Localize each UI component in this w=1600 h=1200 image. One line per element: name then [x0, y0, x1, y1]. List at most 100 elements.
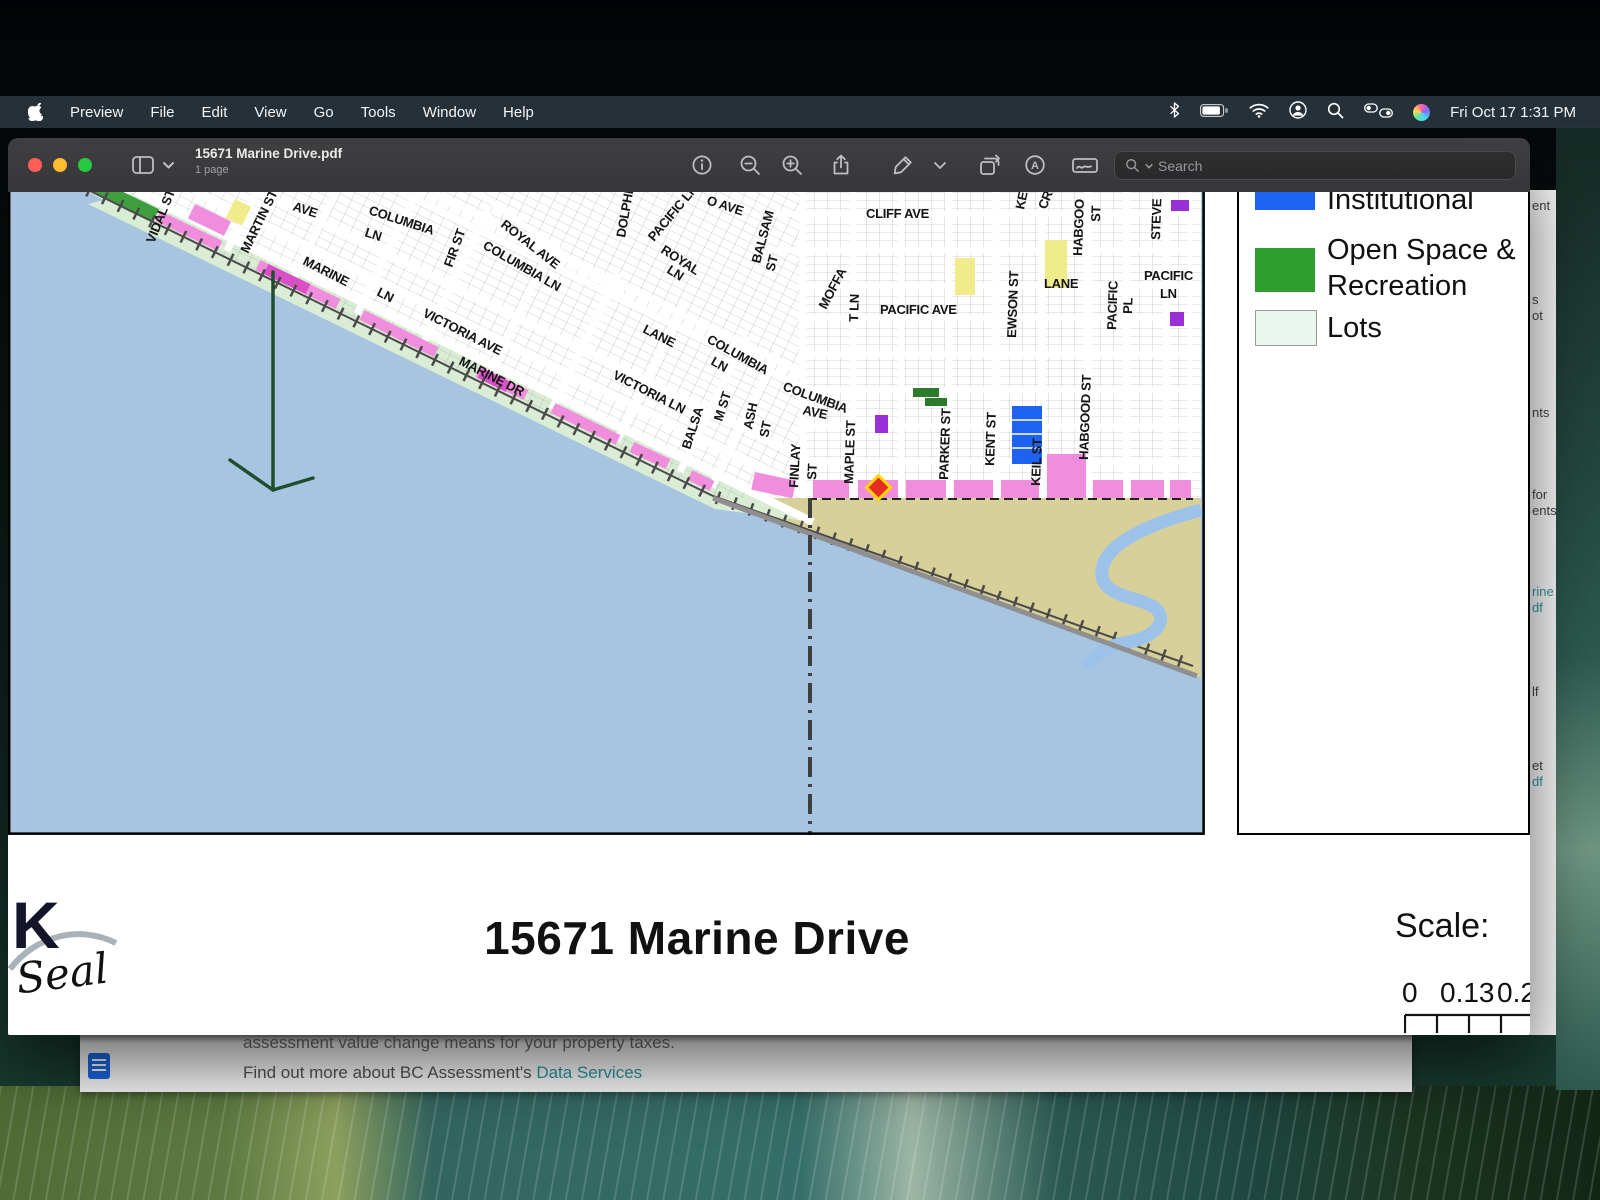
street-label: PARKER ST	[936, 408, 953, 480]
page-count: 1 page	[195, 164, 342, 176]
minimize-button[interactable]	[53, 158, 67, 172]
background-text-fragment: ot	[1532, 308, 1543, 323]
fill-sign-button[interactable]	[1070, 152, 1100, 180]
desktop-wallpaper-right	[1556, 126, 1600, 1090]
legend-swatch-open-space	[1255, 248, 1315, 292]
background-page-icon	[88, 1053, 110, 1079]
background-text-fragment: ent	[1532, 198, 1550, 213]
menu-window[interactable]: Window	[423, 104, 476, 121]
markup-chevron-button[interactable]	[930, 152, 950, 180]
realtor-logo: K Seal	[8, 887, 128, 1027]
street-label: MAPLE ST	[841, 420, 858, 484]
zoom-in-button[interactable]	[779, 152, 805, 180]
pdf-content: VIDAL STMARTIN STMARINELNVICTORIA AVEMAR…	[8, 192, 1530, 1035]
street-label: LN	[1160, 286, 1177, 301]
street-label: ST	[1088, 205, 1104, 222]
share-button[interactable]	[828, 152, 854, 180]
data-services-link[interactable]: Data Services	[536, 1063, 642, 1082]
street-label: EWSON ST	[1004, 270, 1021, 338]
legend-swatch-institutional	[1255, 192, 1315, 210]
background-text-fragment: lf	[1532, 684, 1539, 699]
map: VIDAL STMARTIN STMARINELNVICTORIA AVEMAR…	[8, 192, 1205, 835]
pdf-page-title: 15671 Marine Drive	[484, 911, 910, 965]
control-center-icon[interactable]	[1364, 103, 1393, 122]
street-label: PL	[1120, 297, 1136, 314]
street-label: ST	[804, 463, 820, 480]
markup-pen-button[interactable]	[890, 152, 916, 180]
street-label: PACIFIC	[1144, 268, 1194, 283]
pdf-canvas[interactable]: VIDAL STMARTIN STMARINELNVICTORIA AVEMAR…	[8, 192, 1530, 835]
legend-label-institutional: Institutional	[1327, 192, 1522, 218]
background-text-fragment: df	[1532, 600, 1543, 615]
background-browser-page: assessment value change means for your p…	[80, 1035, 1412, 1092]
wifi-icon[interactable]	[1249, 103, 1269, 122]
bluetooth-icon[interactable]	[1169, 102, 1180, 122]
logo-script: Seal	[13, 944, 110, 1004]
menu-edit[interactable]: Edit	[202, 104, 228, 121]
scale-number: 0.2	[1497, 977, 1530, 1009]
zoom-out-button[interactable]	[737, 152, 763, 180]
street-label: PACIFIC	[1104, 280, 1121, 330]
background-text-fragment: nts	[1532, 405, 1549, 420]
toolbar-search-field[interactable]: Search	[1114, 151, 1516, 180]
street-label: PACIFIC AVE	[880, 302, 957, 317]
map-legend: Institutional Open Space & Recreation Lo…	[1237, 192, 1530, 835]
apple-menu-icon[interactable]	[28, 103, 43, 121]
battery-icon[interactable]	[1200, 104, 1229, 121]
zoom-window-button[interactable]	[78, 158, 92, 172]
legend-swatch-lots	[1255, 310, 1317, 346]
menu-tools[interactable]: Tools	[361, 104, 396, 121]
search-icon	[1125, 158, 1140, 173]
user-account-icon[interactable]	[1289, 101, 1307, 123]
preview-window: 15671 Marine Drive.pdf 1 page	[8, 138, 1530, 1035]
background-page-text2: Find out more about BC Assessment's Data…	[243, 1063, 642, 1083]
background-text-fragment: s	[1532, 292, 1539, 307]
background-text-fragment: ents	[1532, 503, 1556, 518]
scale-number: 0	[1402, 977, 1418, 1009]
svg-text:A: A	[1031, 160, 1039, 172]
close-button[interactable]	[28, 158, 42, 172]
menu-bar: Preview File Edit View Go Tools Window Help Fri…	[0, 96, 1600, 128]
menu-preview[interactable]: Preview	[70, 104, 123, 121]
annotate-button[interactable]: A	[1022, 152, 1048, 180]
street-label: HABGOOD ST	[1076, 374, 1094, 460]
siri-icon[interactable]	[1413, 104, 1430, 121]
background-text-fragment: df	[1532, 774, 1543, 789]
scale-bar	[1404, 1013, 1530, 1035]
background-page-text2-prefix: Find out more about BC Assessment's	[243, 1063, 536, 1082]
background-text-fragment: for	[1532, 487, 1547, 502]
street-label: KENT ST	[982, 412, 999, 466]
background-browser-edge: entsotntsforentsrinedflfetdf	[1530, 190, 1556, 1035]
search-placeholder: Search	[1158, 158, 1202, 174]
street-label: T LN	[846, 294, 862, 322]
street-label: FINLAY	[786, 443, 803, 488]
menu-bar-clock[interactable]: Fri Oct 17 1:31 PM	[1450, 104, 1576, 121]
background-text-fragment: rine	[1532, 584, 1554, 599]
window-titlebar[interactable]: 15671 Marine Drive.pdf 1 page	[8, 138, 1530, 193]
street-label: HABGOO	[1070, 199, 1087, 256]
desktop-wallpaper-shore	[0, 1086, 1600, 1200]
pdf-footer-band: K Seal 15671 Marine Drive Scale: 0 0.13 …	[8, 835, 1530, 1035]
legend-label-lots: Lots	[1327, 310, 1522, 346]
menu-view[interactable]: View	[254, 104, 286, 121]
street-label: STEVE	[1148, 198, 1164, 240]
street-label: CLIFF AVE	[866, 206, 930, 221]
document-title: 15671 Marine Drive.pdf	[195, 146, 342, 161]
search-scope-chevron-icon	[1144, 161, 1154, 171]
sidebar-toggle-button[interactable]	[130, 152, 176, 180]
background-page-text: assessment value change means for your p…	[243, 1035, 675, 1053]
scale-number: 0.13	[1440, 977, 1495, 1009]
rotate-button[interactable]	[976, 152, 1004, 180]
screen: { "menu_bar": { "items": ["Preview", "Fi…	[0, 0, 1600, 1200]
menu-help[interactable]: Help	[503, 104, 534, 121]
street-label: KEIL ST	[1028, 438, 1045, 486]
menu-go[interactable]: Go	[314, 104, 334, 121]
menu-file[interactable]: File	[150, 104, 174, 121]
background-text-fragment: et	[1532, 758, 1543, 773]
info-button[interactable]	[689, 152, 715, 180]
window-title-block: 15671 Marine Drive.pdf 1 page	[195, 146, 342, 176]
spotlight-search-icon[interactable]	[1327, 102, 1344, 123]
scale-label: Scale:	[1395, 907, 1490, 946]
legend-label-open-space: Open Space & Recreation	[1327, 232, 1522, 304]
street-label: LANE	[1044, 276, 1079, 291]
